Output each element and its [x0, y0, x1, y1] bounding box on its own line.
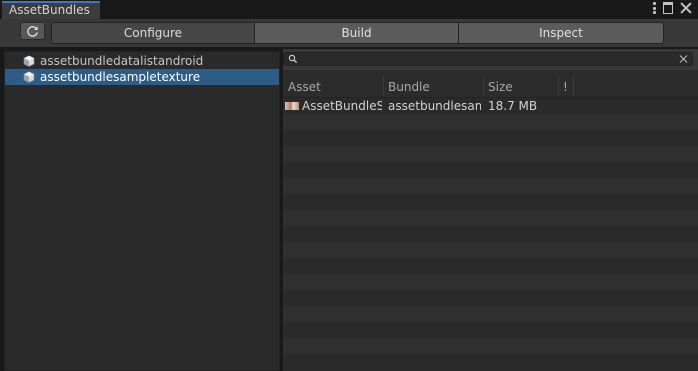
bundle-list-item[interactable]: assetbundledatalistandroid	[5, 53, 279, 69]
column-divider[interactable]	[558, 76, 559, 96]
tab-build[interactable]: Build	[254, 22, 459, 44]
table-row-empty	[283, 322, 698, 338]
bundle-cell: assetbundlesam	[388, 99, 481, 113]
asset-cell: AssetBundleSa	[302, 99, 382, 113]
window-controls	[653, 2, 692, 14]
table-header: Asset Bundle Size !	[283, 70, 698, 98]
table-row-empty	[283, 242, 698, 258]
table-row-empty	[283, 306, 698, 322]
table-row-empty	[283, 354, 698, 370]
texture-thumbnail-icon	[285, 102, 299, 110]
column-header-warning[interactable]: !	[563, 80, 568, 94]
refresh-button[interactable]	[20, 22, 45, 40]
table-row-empty	[283, 178, 698, 194]
table-row-empty	[283, 226, 698, 242]
table-row-empty	[283, 146, 698, 162]
clear-search-icon[interactable]	[679, 54, 689, 64]
asset-bundle-cube-icon	[23, 55, 35, 67]
column-header-size[interactable]: Size	[488, 80, 513, 94]
table-row-empty	[283, 290, 698, 306]
table-row-empty	[283, 162, 698, 178]
tab-inspect[interactable]: Inspect	[458, 22, 664, 44]
table-row-empty	[283, 338, 698, 354]
maximize-icon[interactable]	[663, 2, 673, 14]
column-header-bundle[interactable]: Bundle	[388, 80, 430, 94]
bundle-list-panel: assetbundledatalistandroid assetbundlesa…	[4, 51, 280, 371]
table-row-empty	[283, 274, 698, 290]
window-tab-bar: AssetBundles	[0, 0, 698, 19]
table-row-empty	[283, 194, 698, 210]
table-row[interactable]: AssetBundleSa assetbundlesam 18.7 MB	[283, 98, 698, 114]
table-row-empty	[283, 210, 698, 226]
table-body: AssetBundleSa assetbundlesam 18.7 MB	[283, 98, 698, 370]
table-row-empty	[283, 130, 698, 146]
tab-configure[interactable]: Configure	[51, 22, 255, 44]
search-field[interactable]	[283, 52, 693, 66]
bundle-list-item-label: assetbundledatalistandroid	[40, 54, 204, 68]
asset-bundle-cube-icon	[23, 71, 35, 83]
toolbar: Configure Build Inspect	[0, 19, 698, 47]
column-divider[interactable]	[483, 76, 484, 96]
table-row-empty	[283, 258, 698, 274]
bundle-list-item[interactable]: assetbundlesampletexture	[5, 69, 279, 85]
window-tab-assetbundles[interactable]: AssetBundles	[2, 1, 100, 19]
refresh-icon	[27, 25, 38, 37]
bundle-details-panel: Asset Bundle Size ! AssetBundleSa assetb…	[283, 49, 698, 371]
close-icon[interactable]	[680, 2, 692, 14]
column-divider[interactable]	[573, 76, 574, 96]
search-icon	[288, 54, 298, 64]
column-divider[interactable]	[383, 76, 384, 96]
table-row-empty	[283, 114, 698, 130]
size-cell: 18.7 MB	[488, 99, 538, 113]
column-header-asset[interactable]: Asset	[288, 80, 321, 94]
more-options-icon[interactable]	[653, 2, 656, 14]
asset-table: Asset Bundle Size ! AssetBundleSa assetb…	[283, 70, 698, 371]
bundle-list-item-label: assetbundlesampletexture	[40, 70, 201, 84]
